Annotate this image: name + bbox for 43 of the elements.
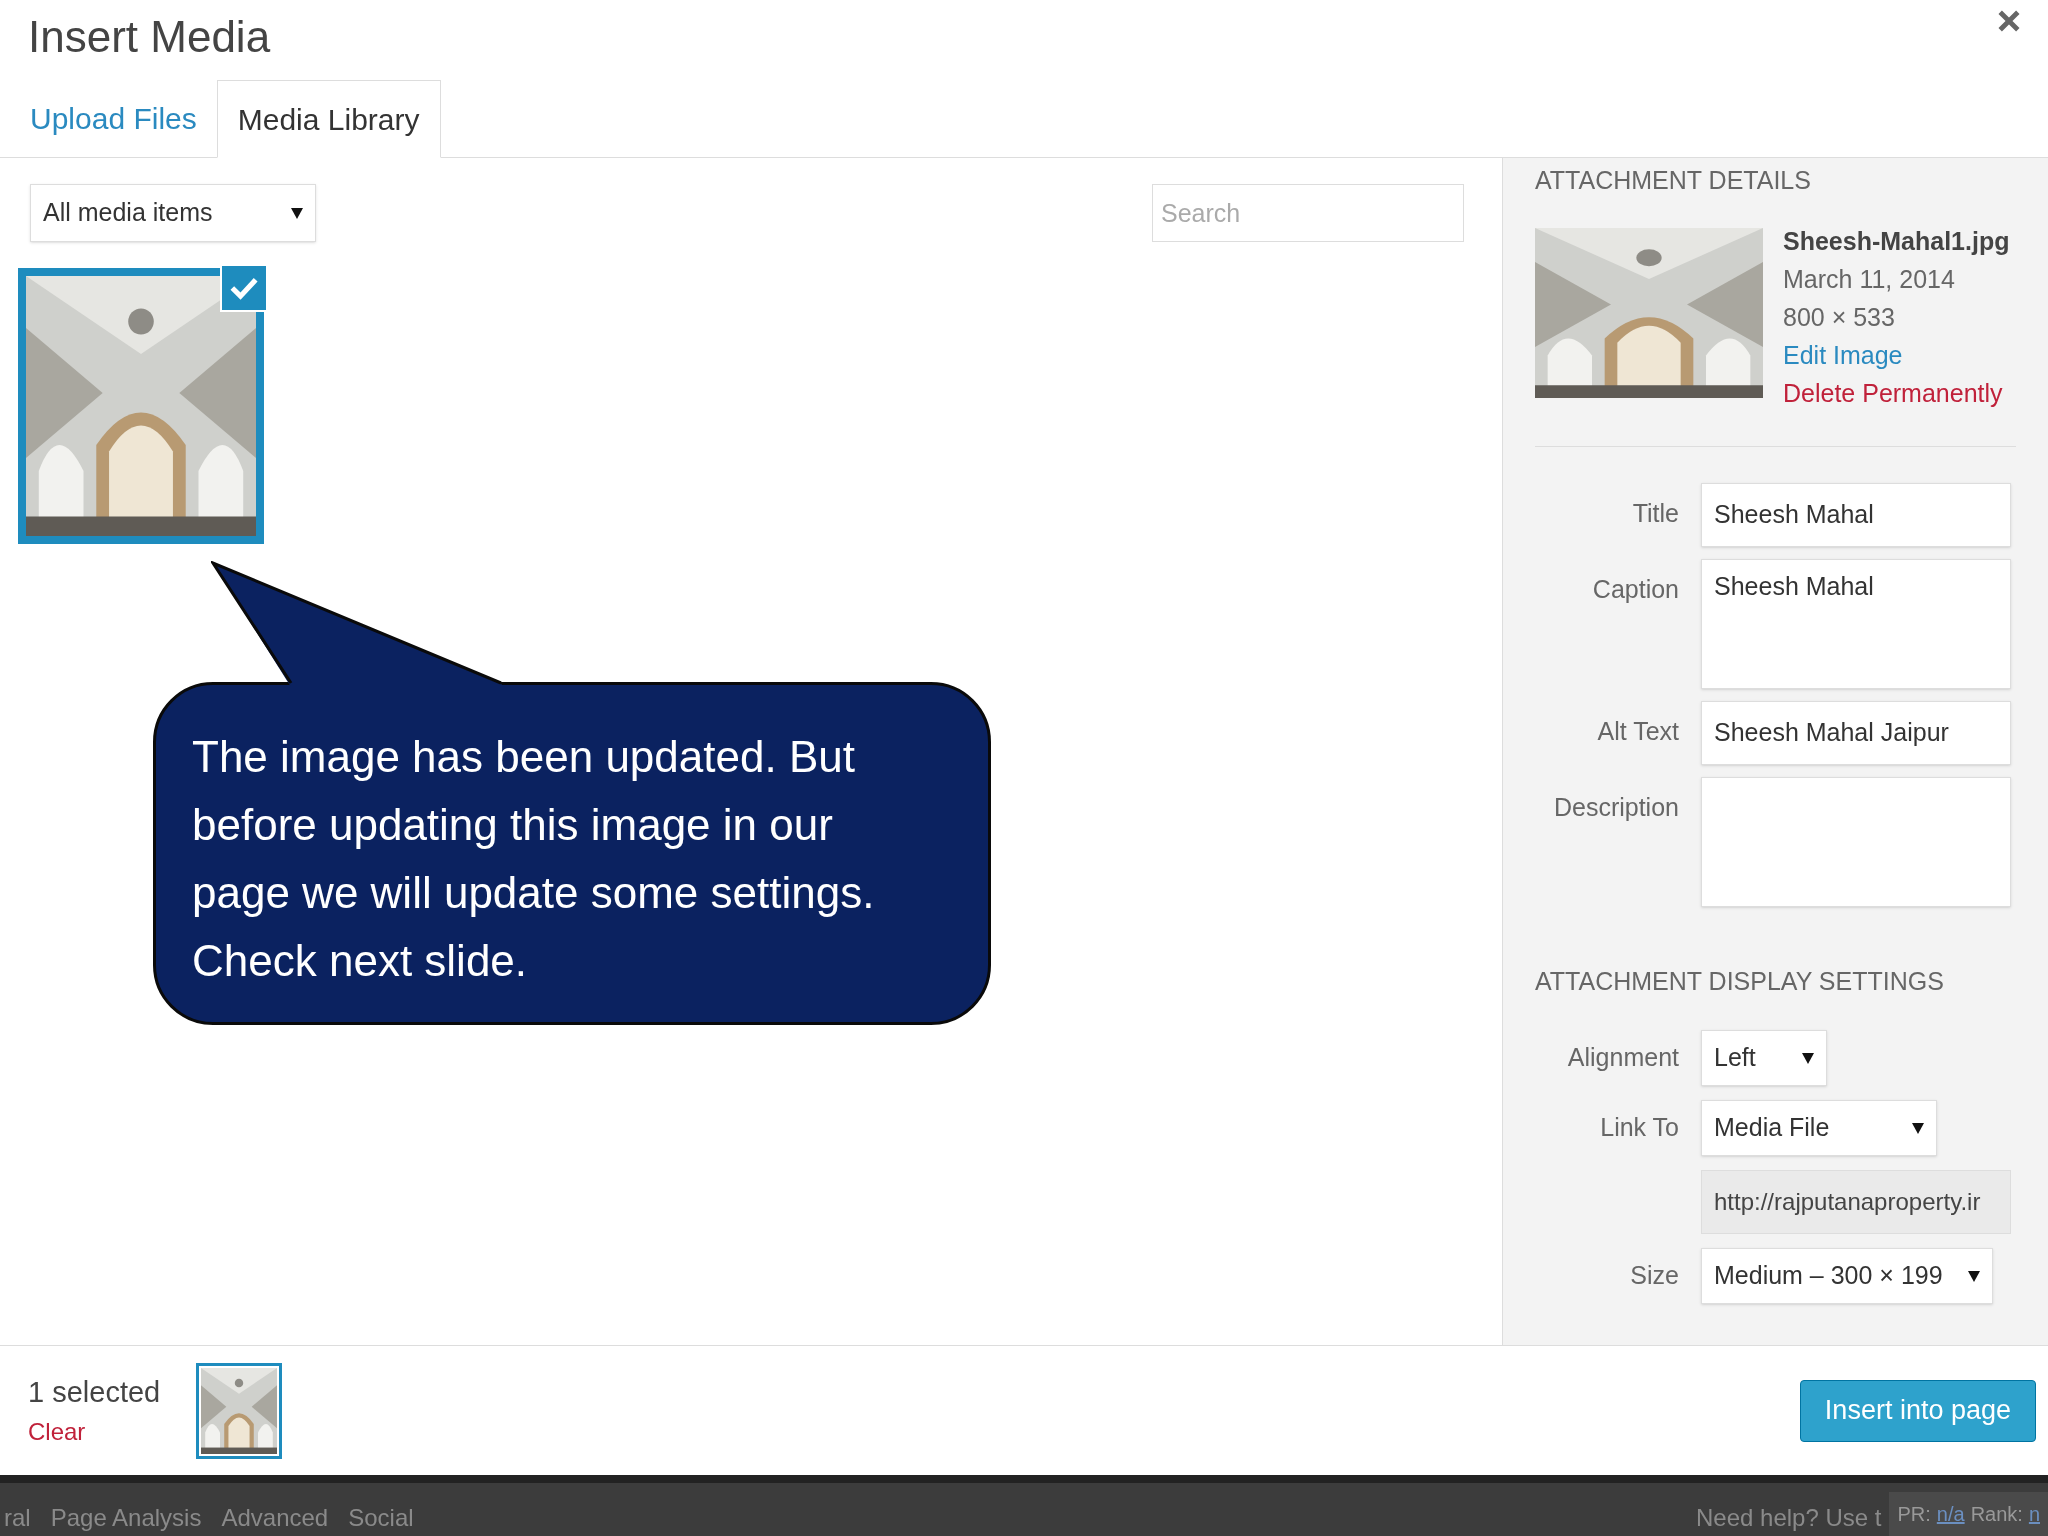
- background-tab[interactable]: ral: [4, 1500, 31, 1536]
- background-tab[interactable]: Page Analysis: [50, 1500, 202, 1536]
- clear-link[interactable]: Clear: [28, 1414, 161, 1451]
- filter-dropdown[interactable]: All media items: [30, 184, 316, 242]
- dropdown-arrow-icon: [1912, 1122, 1924, 1134]
- file-name: Sheesh-Mahal1.jpg: [1783, 225, 2010, 257]
- field-label: Size: [1629, 1260, 1679, 1292]
- section-heading: ATTACHMENT DETAILS: [1535, 165, 1812, 196]
- field-label: Caption: [1591, 573, 1679, 605]
- delete-link[interactable]: Delete Permanently: [1783, 373, 2010, 412]
- checkmark-badge[interactable]: [220, 264, 268, 312]
- selection-count: 1 selected: [28, 1374, 161, 1410]
- search-field[interactable]: Search: [1152, 184, 1464, 242]
- image-dimensions: 800 × 533: [1783, 301, 1896, 333]
- url-field[interactable]: http://rajputanaproperty.ir: [1701, 1170, 2011, 1234]
- background-tab[interactable]: Social: [348, 1500, 414, 1536]
- field-label: Title: [1631, 497, 1679, 529]
- alignment-dropdown[interactable]: Left: [1701, 1030, 1827, 1086]
- edit-image-link[interactable]: Edit Image: [1783, 335, 2010, 374]
- size-dropdown[interactable]: Medium – 300 × 199: [1701, 1248, 1993, 1304]
- close-icon[interactable]: [1998, 10, 2020, 32]
- dropdown-arrow-icon: [1968, 1270, 1980, 1282]
- dropdown-arrow-icon: [291, 207, 303, 219]
- link-to-dropdown[interactable]: Media File: [1701, 1100, 1937, 1156]
- upload-date: March 11, 2014: [1783, 263, 1956, 295]
- help-text: Need help? Use t: [1696, 1503, 1882, 1533]
- background-tab[interactable]: Advanced: [221, 1500, 329, 1536]
- tab[interactable]: Upload Files: [10, 79, 217, 157]
- tab[interactable]: Media Library: [216, 80, 441, 158]
- field-label: Alignment: [1566, 1042, 1679, 1074]
- field-label: Alt Text: [1596, 715, 1679, 747]
- field-label: Description: [1552, 791, 1679, 823]
- dialog-title: Insert Media: [28, 11, 271, 63]
- text-field[interactable]: Sheesh Mahal Jaipur: [1701, 700, 2011, 765]
- section-heading: ATTACHMENT DISPLAY SETTINGS: [1535, 965, 1945, 997]
- text-field[interactable]: Sheesh Mahal: [1701, 482, 2011, 547]
- dropdown-arrow-icon: [1802, 1052, 1814, 1064]
- field-label: Link To: [1599, 1112, 1679, 1144]
- rank-label: Rank:: [1970, 1502, 2023, 1527]
- checkmark-icon: [230, 276, 258, 300]
- pr-label: PR:: [1897, 1502, 1931, 1527]
- text-area[interactable]: Sheesh Mahal: [1701, 558, 2011, 689]
- callout-text: The image has been updated. But before updating this image in our page we will update some settings. Check next slide.: [192, 731, 876, 987]
